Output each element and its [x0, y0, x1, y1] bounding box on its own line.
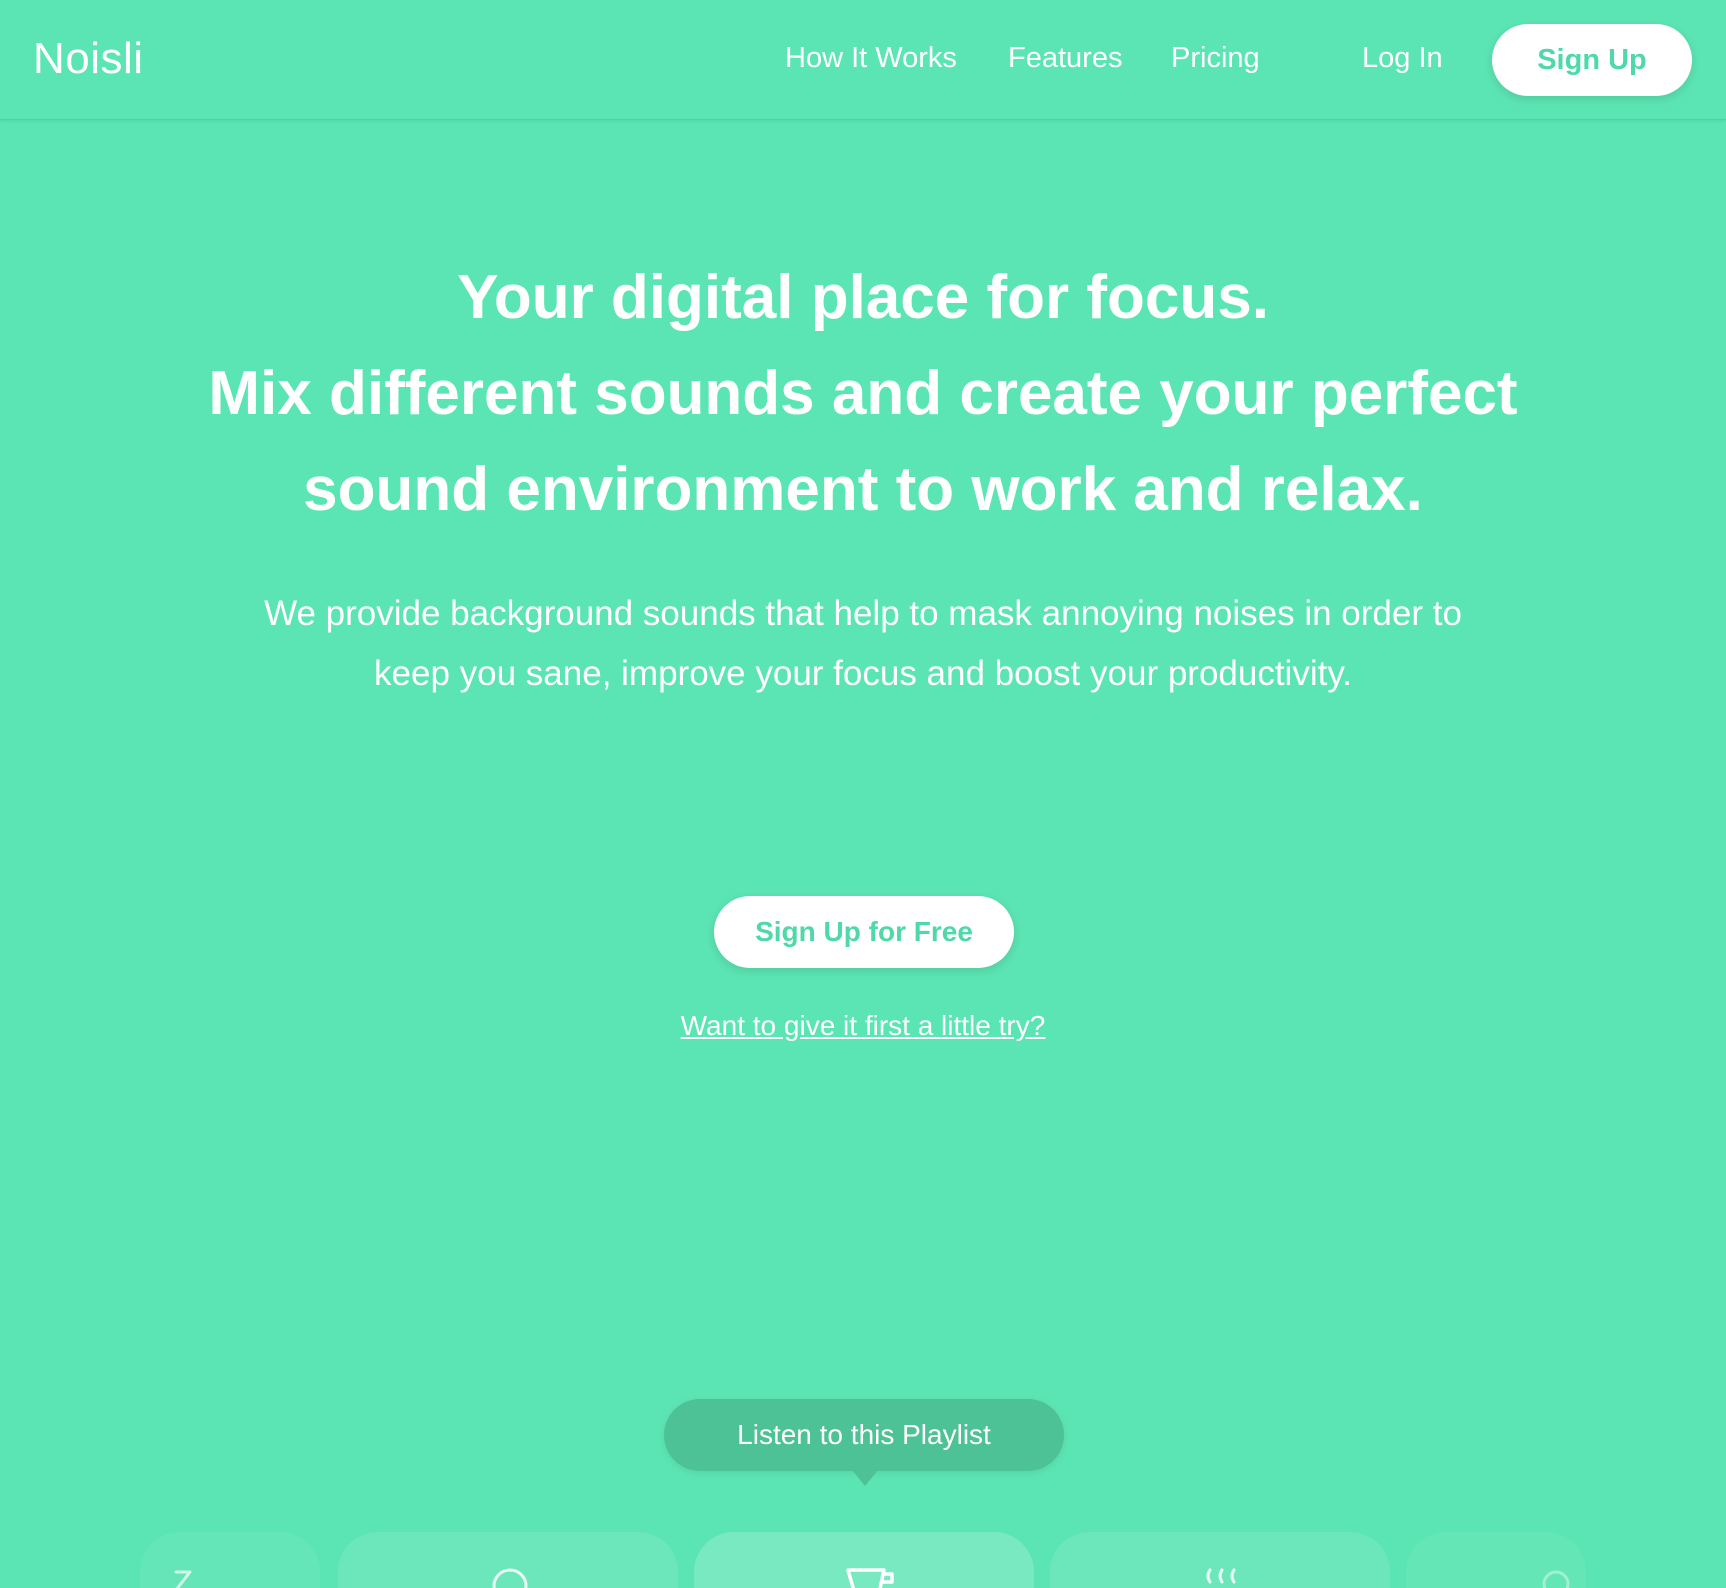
sound-card-sleep[interactable] — [140, 1532, 320, 1588]
sound-card-steam[interactable] — [1050, 1532, 1390, 1588]
hero-headline: Your digital place for focus. Mix differ… — [60, 250, 1666, 538]
sound-card-coffee[interactable] — [694, 1532, 1034, 1588]
hero-headline-line-2: Mix different sounds and create your per… — [208, 359, 1518, 428]
sound-card-partial[interactable] — [1406, 1532, 1586, 1588]
tooltip-pointer — [852, 1470, 878, 1486]
partial-icon — [1542, 1570, 1570, 1588]
noisli-logo[interactable]: Noisli — [33, 34, 144, 84]
top-navbar: Noisli How It Works Features Pricing Log… — [0, 0, 1726, 120]
nav-link-features[interactable]: Features — [1008, 42, 1122, 75]
hero-headline-line-1: Your digital place for focus. — [457, 263, 1269, 332]
hero-description: We provide background sounds that help t… — [264, 594, 1462, 693]
coffee-cup-icon — [846, 1568, 894, 1588]
login-link[interactable]: Log In — [1362, 42, 1443, 75]
sound-card-sun[interactable] — [338, 1532, 678, 1588]
steam-icon — [1206, 1568, 1236, 1584]
signup-button[interactable]: Sign Up — [1492, 24, 1692, 96]
try-demo-link[interactable]: Want to give it first a little try? — [563, 1010, 1163, 1042]
nav-link-how-it-works[interactable]: How It Works — [785, 42, 957, 75]
listen-playlist-tooltip[interactable]: Listen to this Playlist — [664, 1399, 1064, 1471]
sun-icon — [492, 1568, 528, 1588]
hero-headline-line-3: sound environment to work and relax. — [303, 455, 1423, 524]
sleep-icon — [174, 1570, 192, 1588]
nav-link-pricing[interactable]: Pricing — [1171, 42, 1260, 75]
signup-free-button[interactable]: Sign Up for Free — [714, 896, 1014, 968]
